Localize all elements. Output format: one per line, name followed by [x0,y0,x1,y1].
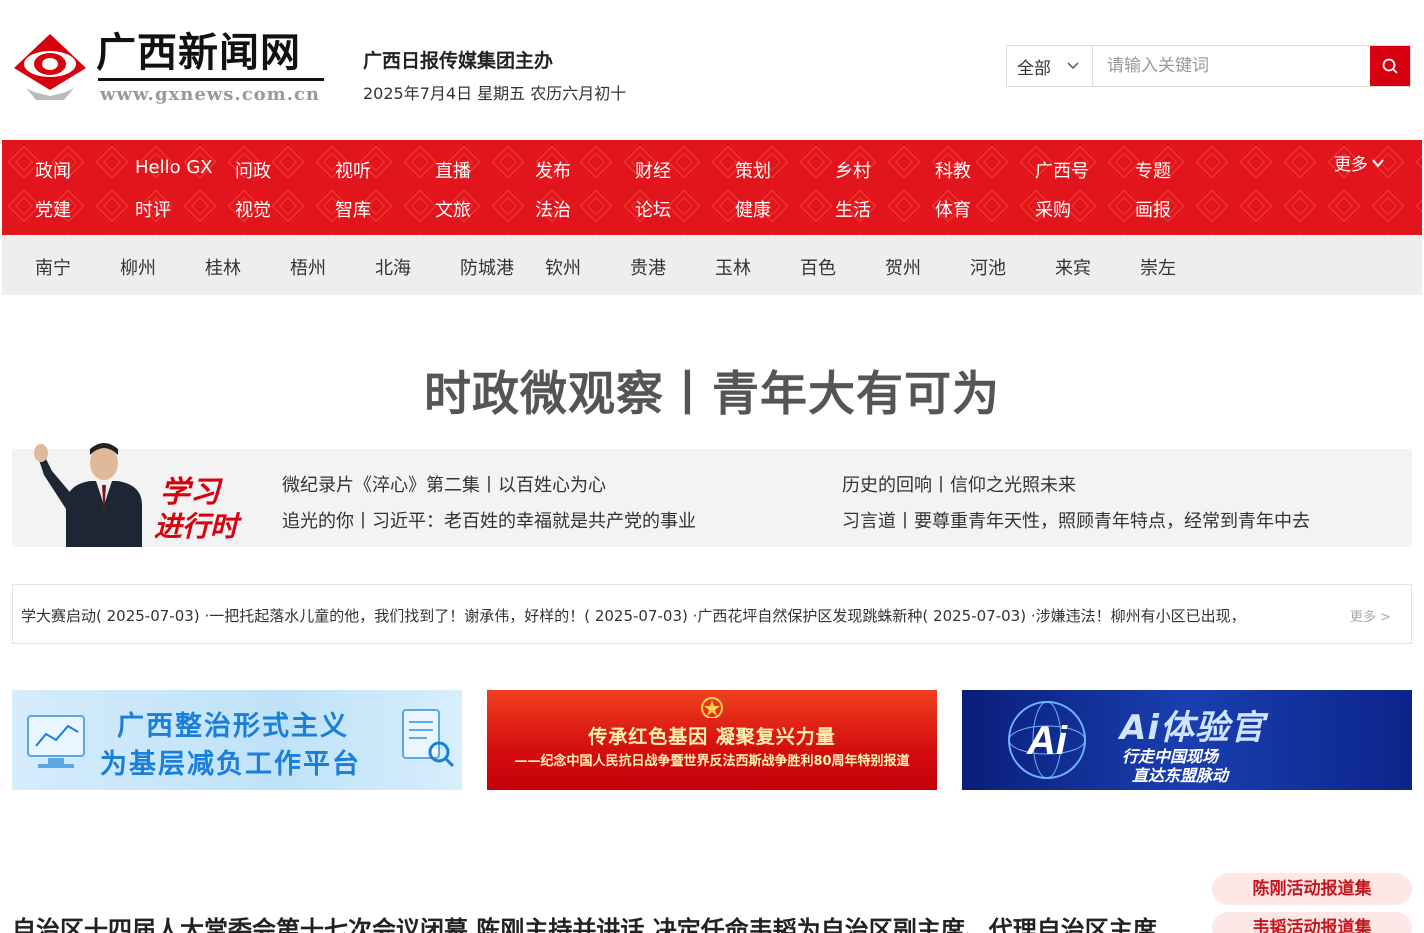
main-nav: 政闻 Hello GX 问政 视听 直播 发布 财经 策划 乡村 科教 广西号 专题 党建 时评 视觉 智库… [2,140,1422,235]
nav-item[interactable]: 视听 [335,157,371,183]
nav-item[interactable]: 生活 [835,196,871,222]
nav-item[interactable]: 乡村 [835,157,871,183]
nav-item[interactable]: 广西号 [1035,157,1089,183]
nav-item[interactable]: 文旅 [435,196,471,222]
nav-item[interactable]: 财经 [635,157,671,183]
nav-item[interactable]: 政闻 [35,157,71,183]
banner-ai-experience[interactable]: Ai Ai体验官 行走中国现场 直达东盟脉动 [962,690,1412,790]
nav-item[interactable]: 画报 [1135,196,1171,222]
document-search-icon [402,709,455,768]
banner1-line2: 为基层减负工作平台 [100,749,361,780]
nav-item[interactable]: 法治 [535,196,571,222]
city-nav: 南宁 柳州 桂林 梧州 北海 防城港 钦州 贵港 玉林 百色 贺州 河池 来宾 崇左 [2,235,1422,295]
ai-globe-icon: Ai [1008,701,1086,779]
nav-item[interactable]: 视觉 [235,196,271,222]
ai-globe-label: Ai [1026,719,1068,763]
study-link[interactable]: 微纪录片《淬心》第二集丨以百姓心为心 [282,471,606,497]
date-text: 2025年7月4日 星期五 农历六月初十 [363,84,627,103]
search-input[interactable] [1093,46,1370,86]
banner2-line2: ——纪念中国人民抗日战争暨世界反法西斯战争胜利80周年特别报道 [514,754,910,769]
nav-item[interactable]: 策划 [735,157,771,183]
side-pill-link[interactable]: 陈刚活动报道集 [1212,873,1412,905]
nav-item[interactable]: 时评 [135,196,171,222]
city-link[interactable]: 桂林 [205,254,241,280]
study-link[interactable]: 历史的回响丨信仰之光照未来 [842,471,1076,497]
party-emblem-icon [701,697,723,718]
ticker-item[interactable]: 学大赛启动( 2025-07-03) [21,607,200,625]
nav-item[interactable]: 发布 [535,157,571,183]
nav-item[interactable]: 采购 [1035,196,1071,222]
news-ticker: 学大赛启动( 2025-07-03) ·一把托起落水儿童的他，我们找到了！谢承伟… [12,584,1412,644]
city-link[interactable]: 柳州 [120,254,156,280]
nav-item[interactable]: 论坛 [635,196,671,222]
city-link[interactable]: 北海 [375,254,411,280]
ticker-text: 学大赛启动( 2025-07-03) ·一把托起落水儿童的他，我们找到了！谢承伟… [21,605,1351,626]
organizer-text: 广西日报传媒集团主办 [363,50,554,72]
search-bar: 全部 [1006,45,1411,87]
nav-item[interactable]: 直播 [435,157,471,183]
search-icon [1382,58,1398,74]
banner3-title: Ai体验官 [1120,708,1265,748]
nav-pattern-decoration [2,140,1422,235]
nav-item[interactable]: 智库 [335,196,371,222]
lead-news-title[interactable]: 自治区十四届人大常委会第十七次会议闭幕 陈刚主持并讲话 决定任命韦韬为自治区副主… [12,910,1157,933]
chevron-down-icon [1067,62,1079,70]
nav-item[interactable]: 科教 [935,157,971,183]
ticker-item[interactable]: ·广西花坪自然保护区发现跳蛛新种( 2025-07-03) [693,607,1026,625]
city-link[interactable]: 南宁 [35,254,71,280]
nav-item[interactable]: Hello GX [135,157,213,178]
nav-item[interactable]: 党建 [35,196,71,222]
city-link[interactable]: 玉林 [715,254,751,280]
monitor-chart-icon [27,715,85,768]
banner-red-gene[interactable]: 传承红色基因 凝聚复兴力量 ——纪念中国人民抗日战争暨世界反法西斯战争胜利80周… [487,690,937,790]
city-link[interactable]: 防城港 [460,254,514,280]
city-link[interactable]: 梧州 [290,254,326,280]
nav-more-label: 更多 [1334,155,1368,175]
side-pill-link[interactable]: 韦韬活动报道集 [1212,912,1412,933]
ticker-item[interactable]: ·一把托起落水儿童的他，我们找到了！谢承伟，好样的！( 2025-07-03) [204,607,687,625]
search-scope-select[interactable]: 全部 [1007,46,1093,86]
study-link[interactable]: 习言道丨要尊重青年天性，照顾青年特点，经常到青年中去 [842,507,1310,533]
city-link[interactable]: 贺州 [885,254,921,280]
ticker-item[interactable]: ·涉嫌违法！柳州有小区已出现， [1031,607,1246,625]
site-header: 广西新闻网 www.gxnews.com.cn 广西日报传媒集团主办 2025年… [0,0,1424,140]
nav-item[interactable]: 体育 [935,196,971,222]
ticker-more-link[interactable]: 更多 > [1350,606,1391,625]
city-link[interactable]: 钦州 [545,254,581,280]
logo-emblem-icon [14,34,86,100]
nav-item[interactable]: 专题 [1135,157,1171,183]
headline-title[interactable]: 时政微观察丨青年大有可为 [0,355,1424,424]
logo-url: www.gxnews.com.cn [100,84,321,105]
site-logo[interactable]: 广西新闻网 www.gxnews.com.cn [12,28,332,108]
city-link[interactable]: 贵港 [630,254,666,280]
banner1-line1: 广西整治形式主义 [117,711,349,742]
banner-reduce-burden[interactable]: 广西整治形式主义 为基层减负工作平台 [12,690,462,790]
search-scope-label: 全部 [1017,58,1051,79]
logo-divider [98,78,324,81]
study-section: 学习 进行时 微纪录片《淬心》第二集丨以百姓心为心 历史的回响丨信仰之光照未来 … [12,443,1412,547]
leader-portrait-image [34,443,142,547]
city-link[interactable]: 来宾 [1055,254,1091,280]
city-link[interactable]: 崇左 [1140,254,1176,280]
study-logo-line2: 进行时 [154,510,239,543]
search-button[interactable] [1370,46,1410,86]
city-link[interactable]: 河池 [970,254,1006,280]
nav-item[interactable]: 问政 [235,157,271,183]
nav-item[interactable]: 健康 [735,196,771,222]
study-link[interactable]: 追光的你丨习近平：老百姓的幸福就是共产党的事业 [282,507,696,533]
logo-title: 广西新闻网 [96,29,301,76]
nav-more-button[interactable]: 更多 [1334,150,1386,175]
city-link[interactable]: 百色 [800,254,836,280]
banner3-subtitle-2: 直达东盟脉动 [1132,766,1229,785]
banner2-line1: 传承红色基因 凝聚复兴力量 [588,726,836,748]
chevron-down-icon [1372,158,1384,168]
